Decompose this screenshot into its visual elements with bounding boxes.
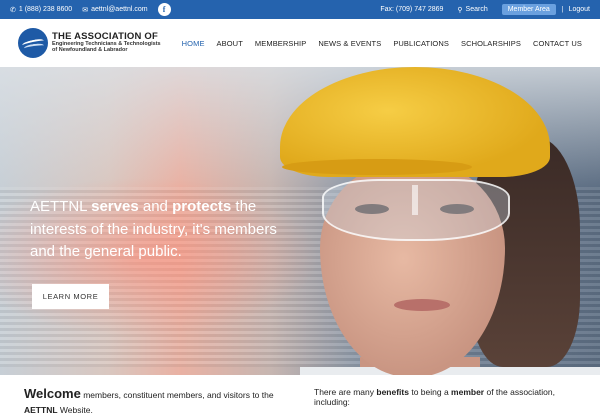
nav-membership[interactable]: MEMBERSHIP (255, 39, 306, 48)
learn-more-button[interactable]: LEARN MORE (32, 284, 109, 309)
nav-publications[interactable]: PUBLICATIONS (393, 39, 449, 48)
site-header: THE ASSOCIATION OF Engineering Technicia… (0, 19, 600, 67)
search-label: Search (465, 6, 488, 13)
facebook-icon[interactable]: f (157, 3, 171, 16)
logout-link[interactable]: Logout (569, 6, 590, 13)
separator: | (561, 6, 564, 13)
hero-tagline: AETTNL serves and protects the interests… (30, 198, 277, 260)
phone-link[interactable]: ✆ 1 (888) 238 8600 (10, 6, 72, 14)
email-address: aettnl@aettnl.com (91, 6, 148, 13)
member-area-button[interactable]: Member Area (501, 4, 556, 15)
nav-about[interactable]: ABOUT (217, 39, 243, 48)
main-nav: HOME ABOUT MEMBERSHIP NEWS & EVENTS PUBL… (170, 39, 582, 48)
fax-number: Fax: (709) 747 2869 (380, 6, 444, 13)
phone-icon: ✆ (10, 6, 16, 14)
nav-home[interactable]: HOME (182, 39, 205, 48)
email-link[interactable]: ✉ aettnl@aettnl.com (82, 6, 147, 14)
search-icon: ⚲ (457, 6, 463, 14)
logo-icon[interactable] (18, 28, 48, 58)
benefits-text: There are many benefits to being a membe… (314, 387, 555, 407)
welcome-text: Welcome members, constituent members, an… (24, 386, 274, 416)
phone-number: 1 (888) 238 8600 (18, 6, 73, 13)
nav-news-events[interactable]: NEWS & EVENTS (318, 39, 381, 48)
nav-scholarships[interactable]: SCHOLARSHIPS (461, 39, 521, 48)
top-bar: ✆ 1 (888) 238 8600 ✉ aettnl@aettnl.com f… (0, 0, 600, 19)
mail-icon: ✉ (82, 6, 89, 14)
search-link[interactable]: ⚲ Search (457, 6, 487, 14)
nav-contact-us[interactable]: CONTACT US (533, 39, 582, 48)
logo-line-3: of Newfoundland & Labrador (52, 46, 128, 53)
logo-text[interactable]: THE ASSOCIATION OF Engineering Technicia… (52, 32, 161, 54)
